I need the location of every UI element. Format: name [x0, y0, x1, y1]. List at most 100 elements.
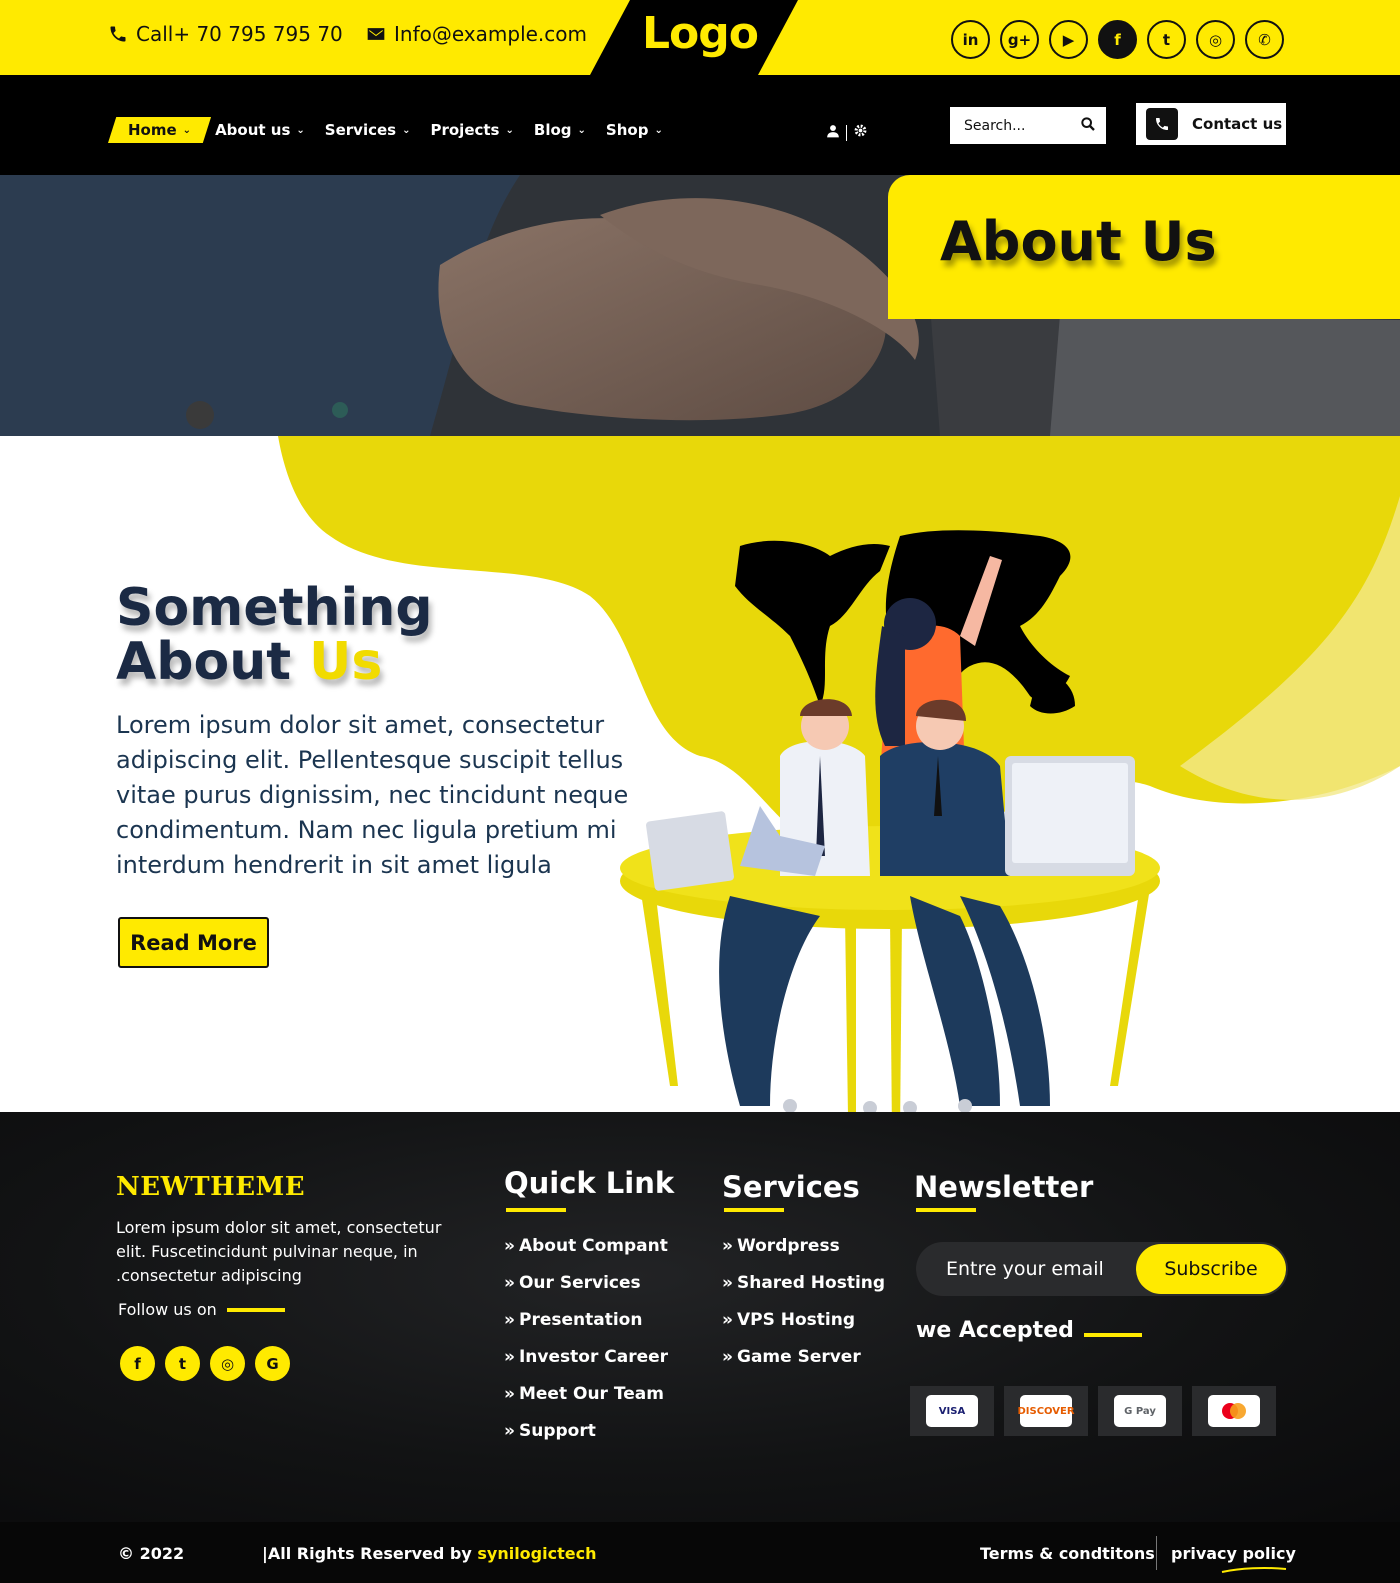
footer-link-label: Meet Our Team	[518, 1384, 664, 1404]
contact-us-label: Contact us	[1192, 115, 1283, 133]
payment-cards: VISA DISCOVER G Pay	[910, 1386, 1276, 1436]
nav-item-label: Home	[128, 121, 177, 139]
follow-us: Follow us on	[118, 1300, 285, 1319]
facebook-icon[interactable]: f	[1098, 20, 1137, 59]
rights-prefix: |All Rights Reserved by	[262, 1544, 478, 1563]
about-section: Something About Us Lorem ipsum dolor sit…	[0, 436, 1400, 1112]
footer-link[interactable]: » Investor Career	[504, 1347, 668, 1367]
footer-brand: NEWTHEME	[116, 1172, 306, 1202]
newsletter-form: Subscribe	[916, 1242, 1288, 1296]
nav-item-services[interactable]: Services ⌄	[325, 117, 411, 143]
envelope-icon	[367, 28, 385, 40]
main-navbar: Home ⌄ About us ⌄ Services ⌄ Projects ⌄ Blog ⌄ Sho…	[0, 75, 1400, 175]
phone-contact[interactable]: Call+ 70 795 795 70	[108, 22, 343, 46]
about-description: Lorem ipsum dolor sit amet, consectetur …	[116, 711, 629, 879]
twitter-icon[interactable]: t	[165, 1346, 200, 1381]
site-logo[interactable]: Logo	[640, 8, 760, 59]
discover-icon: DISCOVER	[1017, 1395, 1075, 1427]
nav-item-label: Projects	[430, 121, 500, 139]
email-contact[interactable]: Info@example.com	[366, 22, 587, 46]
nav-item-home[interactable]: Home ⌄	[108, 117, 212, 143]
newsletter-title: Newsletter	[914, 1170, 1094, 1204]
page-title: About Us	[940, 210, 1217, 273]
whatsapp-icon[interactable]: ✆	[1245, 20, 1284, 59]
footer-link[interactable]: » Shared Hosting	[722, 1273, 885, 1293]
nav-item-about-us[interactable]: About us ⌄	[215, 117, 305, 143]
facebook-icon[interactable]: f	[120, 1346, 155, 1381]
nav-icon-divider	[846, 124, 847, 141]
follow-us-label: Follow us on	[118, 1300, 217, 1319]
footer-link[interactable]: » VPS Hosting	[722, 1310, 885, 1330]
footer-link-label: Wordpress	[736, 1236, 840, 1256]
instagram-icon[interactable]: ◎	[1196, 20, 1235, 59]
double-chevron-right-icon: »	[504, 1310, 515, 1330]
email-text: Info@example.com	[394, 22, 588, 46]
double-chevron-right-icon: »	[722, 1310, 733, 1330]
footer-link[interactable]: » Our Services	[504, 1273, 668, 1293]
double-chevron-right-icon: »	[504, 1384, 515, 1404]
about-heading-line2: About	[116, 632, 310, 692]
footer-link[interactable]: » Meet Our Team	[504, 1384, 668, 1404]
services-underline	[724, 1208, 784, 1212]
privacy-policy-link[interactable]: privacy policy	[1171, 1544, 1296, 1563]
we-accepted: we Accepted	[916, 1318, 1142, 1343]
google-icon[interactable]: G	[255, 1346, 290, 1381]
payment-card-label: VISA	[938, 1405, 966, 1417]
visa-icon: VISA	[926, 1395, 978, 1427]
nav-menu: Home ⌄ About us ⌄ Services ⌄ Projects ⌄ Blog ⌄ Sho…	[108, 117, 683, 143]
services-title: Services	[722, 1170, 860, 1204]
nav-item-shop[interactable]: Shop ⌄	[606, 117, 663, 143]
payment-card: G Pay	[1098, 1386, 1182, 1436]
gear-icon[interactable]	[853, 123, 868, 142]
nav-item-label: Shop	[605, 121, 649, 139]
nav-item-projects[interactable]: Projects ⌄	[430, 117, 513, 143]
bottom-bar: © 2022 |All Rights Reserved by synilogic…	[0, 1522, 1400, 1583]
double-chevron-right-icon: »	[722, 1273, 733, 1293]
search-box	[950, 107, 1106, 144]
follow-us-underline	[226, 1307, 285, 1312]
newsletter-email-input[interactable]	[946, 1258, 1126, 1280]
footer-link[interactable]: » Wordpress	[722, 1236, 885, 1256]
chevron-down-icon: ⌄	[654, 124, 663, 136]
privacy-swoosh	[1221, 1567, 1287, 1573]
payment-card: VISA	[910, 1386, 994, 1436]
double-chevron-right-icon: »	[504, 1421, 515, 1441]
google-plus-icon[interactable]: g+	[1000, 20, 1039, 59]
footer-link-label: Support	[518, 1421, 596, 1441]
footer-link-label: About Compant	[518, 1236, 668, 1256]
world-map	[735, 540, 890, 706]
double-chevron-right-icon: »	[722, 1236, 733, 1256]
about-heading-highlight: Us	[309, 632, 383, 692]
footer-link[interactable]: » Support	[504, 1421, 668, 1441]
instagram-icon[interactable]: ◎	[210, 1346, 245, 1381]
payment-card-label: G Pay	[1124, 1405, 1156, 1417]
youtube-icon[interactable]: ▶	[1049, 20, 1088, 59]
linkedin-icon[interactable]: in	[951, 20, 990, 59]
twitter-icon[interactable]: t	[1147, 20, 1186, 59]
double-chevron-right-icon: »	[504, 1236, 515, 1256]
footer-link[interactable]: » About Compant	[504, 1236, 668, 1256]
user-icon[interactable]	[826, 124, 840, 142]
footer-social-links: f t ◎ G	[120, 1346, 290, 1381]
contact-us-button[interactable]: Contact us	[1136, 103, 1286, 145]
footer-link-label: VPS Hosting	[736, 1310, 856, 1330]
about-heading-line1: Something	[116, 578, 433, 638]
nav-item-blog[interactable]: Blog ⌄	[534, 117, 586, 143]
copyright: © 2022	[118, 1544, 185, 1563]
phone-icon	[110, 26, 126, 42]
gpay-icon: G Pay	[1114, 1395, 1166, 1427]
footer-link[interactable]: » Game Server	[722, 1347, 885, 1367]
read-more-button[interactable]: Read More	[118, 917, 269, 968]
subscribe-button[interactable]: Subscribe	[1136, 1244, 1286, 1294]
footer-link-label: Our Services	[518, 1273, 641, 1293]
search-icon[interactable]	[1080, 116, 1096, 136]
footer-link-label: Presentation	[518, 1310, 643, 1330]
footer-link[interactable]: » Presentation	[504, 1310, 668, 1330]
terms-link[interactable]: Terms & condtitons	[980, 1544, 1155, 1563]
services-list: » Wordpress» Shared Hosting» VPS Hosting» Ga…	[722, 1236, 885, 1384]
quick-link-list: » About Compant» Our Services» Presentation…	[504, 1236, 668, 1458]
rights-brand-link[interactable]: synilogictech	[477, 1544, 596, 1563]
nav-item-label: Blog	[533, 121, 572, 139]
footer: NEWTHEME Lorem ipsum dolor sit amet, con…	[0, 1112, 1400, 1522]
search-input[interactable]	[964, 117, 1074, 134]
